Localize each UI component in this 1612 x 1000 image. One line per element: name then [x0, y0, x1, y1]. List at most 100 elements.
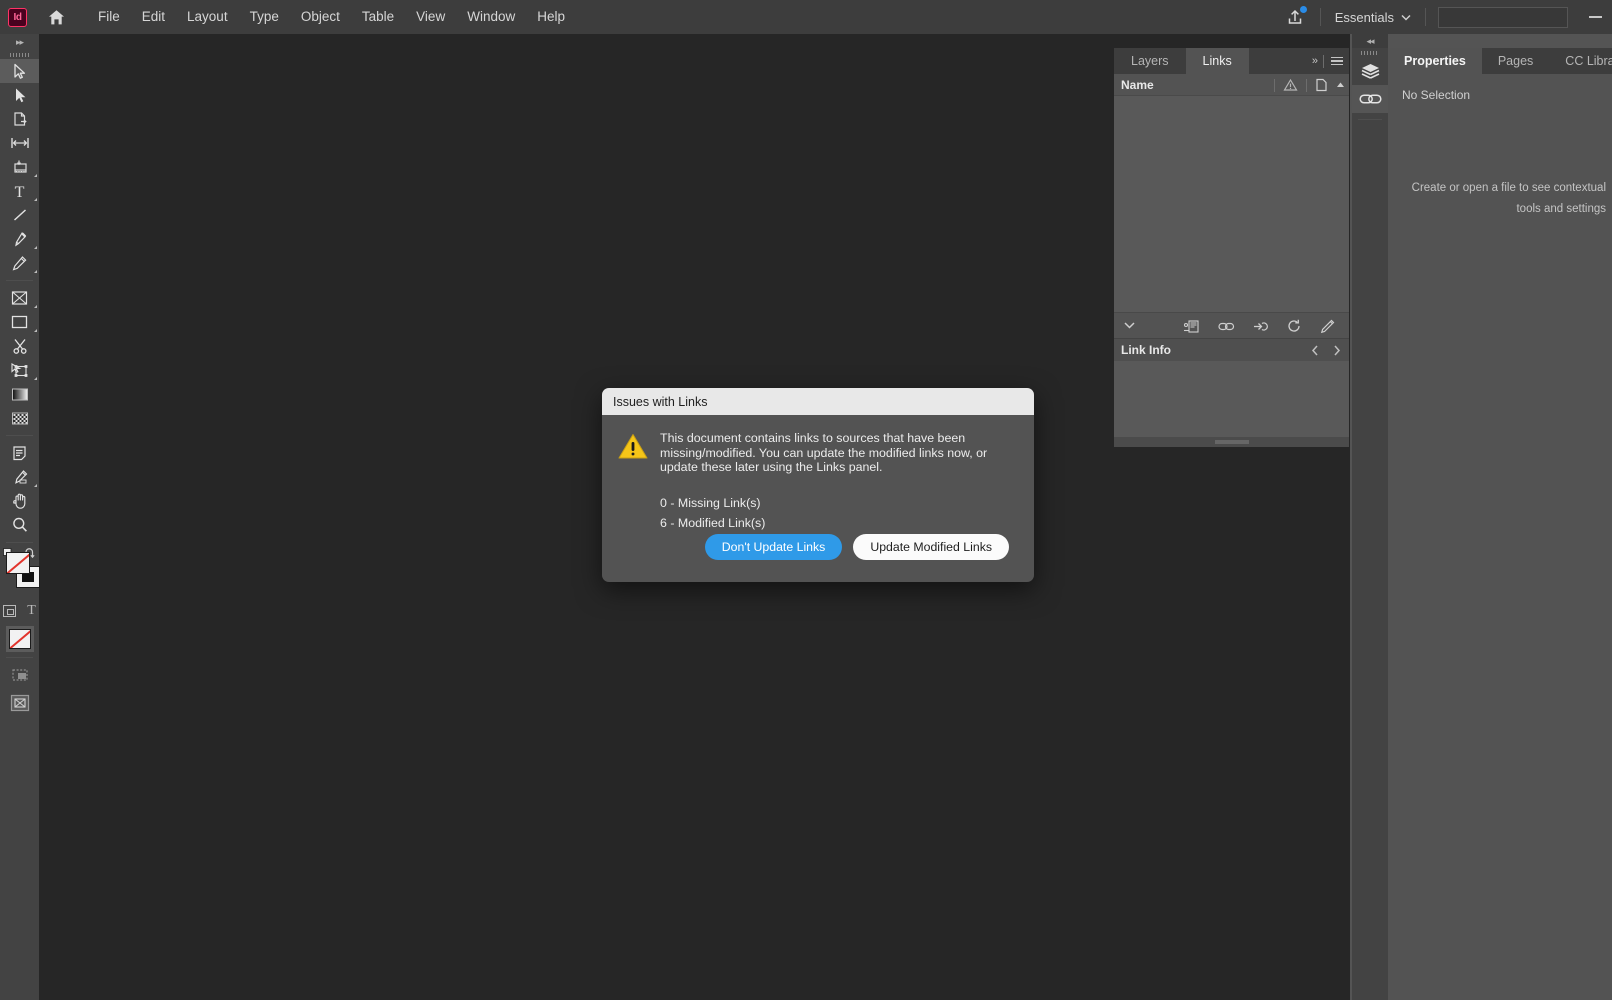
links-panel-tabbar: Layers Links »: [1114, 48, 1349, 74]
links-column-header: Name: [1114, 74, 1349, 96]
menu-item-type[interactable]: Type: [239, 0, 290, 34]
eyedropper-tool[interactable]: [0, 465, 39, 489]
share-notification-badge: [1299, 6, 1307, 13]
toolbar-expand-icon[interactable]: ▸▸: [0, 34, 39, 50]
tab-layers[interactable]: Layers: [1114, 48, 1186, 74]
preview-mode-icon[interactable]: [7, 692, 33, 714]
hand-tool[interactable]: [0, 489, 39, 513]
tab-properties[interactable]: Properties: [1388, 48, 1482, 74]
formatting-affects-text-icon[interactable]: T: [27, 603, 36, 619]
divider: [1323, 54, 1324, 68]
tools-panel: ▸▸ T T: [0, 34, 40, 1000]
gradient-swatch-tool[interactable]: [0, 382, 39, 406]
chevron-down-icon: [1401, 14, 1411, 21]
tab-pages[interactable]: Pages: [1482, 48, 1549, 74]
none-indicator-icon: [7, 553, 29, 573]
line-tool[interactable]: [0, 203, 39, 227]
menu-item-view[interactable]: View: [405, 0, 456, 34]
menu-bar: Id File Edit Layout Type Object Table Vi…: [0, 0, 1612, 34]
tab-links[interactable]: Links: [1185, 48, 1249, 74]
menu-item-object[interactable]: Object: [290, 0, 351, 34]
canvas-bottom-gutter: [39, 964, 1350, 1000]
zoom-tool[interactable]: [0, 513, 39, 537]
chevron-right-icon[interactable]: [1333, 345, 1341, 356]
menu-item-edit[interactable]: Edit: [131, 0, 176, 34]
none-indicator-icon: [10, 630, 30, 648]
apply-none-button[interactable]: [5, 626, 34, 652]
dialog-buttons: Don't Update Links Update Modified Links: [704, 534, 1009, 560]
menu-item-file[interactable]: File: [87, 0, 131, 34]
divider: [6, 280, 33, 281]
divider: [6, 542, 33, 543]
formatting-affects-container-icon[interactable]: [3, 605, 17, 617]
indesign-logo-icon: Id: [8, 7, 27, 27]
panel-header-controls: »: [1312, 48, 1343, 74]
formatting-affects-row: T: [0, 600, 39, 622]
menu-item-help[interactable]: Help: [526, 0, 576, 34]
pen-tool[interactable]: [0, 227, 39, 251]
links-header-icons: [1274, 74, 1345, 96]
panel-menu-icon[interactable]: [1331, 56, 1343, 66]
page-sort-icon[interactable]: [1315, 78, 1328, 92]
properties-dock: Properties Pages CC Libraries No Selecti…: [1388, 48, 1612, 1000]
double-chevron-left-icon[interactable]: ◂◂: [1352, 34, 1388, 48]
divider: [6, 657, 33, 658]
free-transform-tool[interactable]: [0, 358, 39, 382]
gap-tool[interactable]: [0, 131, 39, 155]
selection-tool[interactable]: [0, 59, 39, 83]
direct-selection-tool[interactable]: [0, 83, 39, 107]
divider: [1319, 8, 1321, 26]
update-link-icon[interactable]: [1253, 320, 1269, 333]
fill-swatch[interactable]: [6, 552, 30, 574]
links-list-body[interactable]: [1114, 96, 1349, 312]
fill-stroke-controls: [0, 548, 40, 600]
workspace-label: Essentials: [1334, 9, 1394, 25]
chevron-down-icon[interactable]: [1123, 321, 1136, 330]
content-collector-tool[interactable]: [0, 155, 39, 179]
menu-item-window[interactable]: Window: [456, 0, 526, 34]
links-footer-icons: [1183, 313, 1335, 339]
type-tool[interactable]: T: [0, 179, 39, 203]
page-tool[interactable]: [0, 107, 39, 131]
scissors-tool[interactable]: [0, 334, 39, 358]
hint-line-1: Create or open a file to see contextual: [1411, 182, 1606, 194]
note-tool[interactable]: [0, 441, 39, 465]
minimize-icon[interactable]: [1578, 0, 1612, 34]
hint-line-2: tools and settings: [1516, 203, 1606, 215]
relink-icon[interactable]: [1183, 319, 1200, 334]
svg-text:T: T: [15, 184, 25, 200]
rectangle-tool[interactable]: [0, 310, 39, 334]
gradient-feather-tool[interactable]: [0, 406, 39, 430]
workspace-switcher[interactable]: Essentials: [1329, 5, 1417, 29]
screen-mode-icon[interactable]: [7, 664, 33, 686]
issues-with-links-dialog: Issues with Links This document contains…: [602, 388, 1034, 582]
properties-tabbar: Properties Pages CC Libraries: [1388, 48, 1612, 74]
links-panel-footer: [1114, 312, 1349, 338]
dialog-link-counts: 0 - Missing Link(s) 6 - Modified Link(s): [660, 493, 1016, 533]
update-modified-links-button[interactable]: Update Modified Links: [853, 534, 1009, 560]
links-rail-icon[interactable]: [1352, 85, 1388, 113]
dont-update-links-button[interactable]: Don't Update Links: [704, 534, 843, 560]
edit-original-icon[interactable]: [1320, 319, 1335, 334]
layers-rail-icon[interactable]: [1352, 57, 1388, 85]
link-info-header: Link Info: [1114, 338, 1349, 361]
refresh-link-icon[interactable]: [1287, 319, 1302, 333]
toolbar-drag-grip-icon[interactable]: [0, 50, 39, 59]
home-icon[interactable]: [39, 0, 73, 34]
sort-ascending-icon[interactable]: [1336, 81, 1345, 89]
tab-cc-libraries[interactable]: CC Libraries: [1549, 48, 1612, 74]
double-chevron-right-icon[interactable]: »: [1312, 55, 1318, 67]
dialog-body: This document contains links to sources …: [602, 415, 1034, 533]
pencil-tool[interactable]: [0, 251, 39, 275]
go-to-link-icon[interactable]: [1218, 321, 1235, 332]
rail-drag-grip-icon[interactable]: [1352, 48, 1388, 57]
link-info-body: [1114, 361, 1349, 437]
chevron-left-icon[interactable]: [1311, 345, 1319, 356]
share-upload-icon[interactable]: [1278, 0, 1312, 34]
warning-triangle-icon[interactable]: [1283, 78, 1298, 92]
resize-grip-icon[interactable]: [1114, 437, 1349, 447]
search-input[interactable]: [1438, 6, 1568, 28]
frame-tool[interactable]: [0, 286, 39, 310]
menu-item-table[interactable]: Table: [351, 0, 405, 34]
menu-item-layout[interactable]: Layout: [176, 0, 239, 34]
